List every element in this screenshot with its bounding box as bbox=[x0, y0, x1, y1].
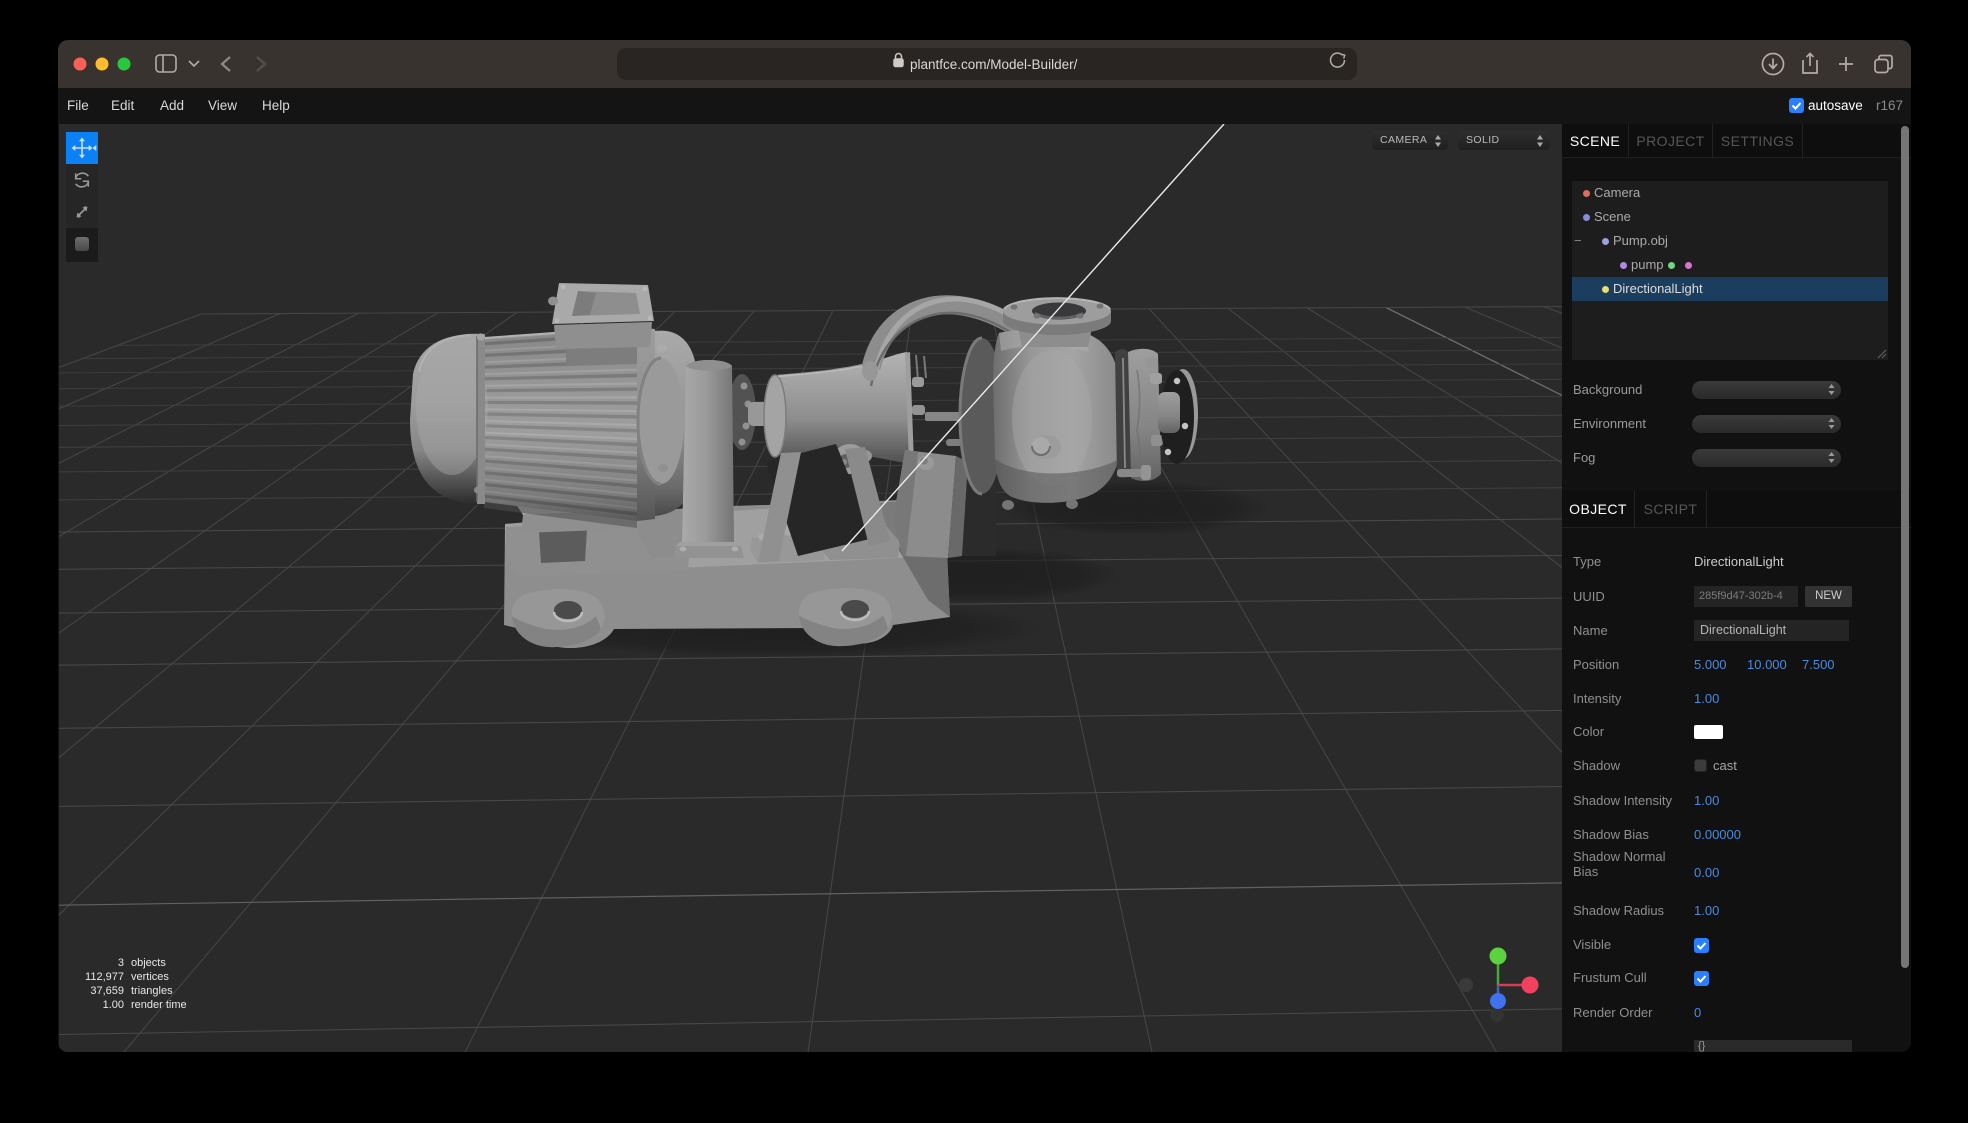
svg-text:3: 3 bbox=[118, 957, 124, 969]
svg-text:112,977: 112,977 bbox=[85, 971, 124, 983]
svg-text:1.00: 1.00 bbox=[103, 999, 124, 1011]
svg-text:vertices: vertices bbox=[131, 971, 169, 983]
svg-text:37,659: 37,659 bbox=[90, 985, 124, 997]
svg-text:objects: objects bbox=[131, 957, 166, 969]
svg-text:plantfce.com/Model-Builder/: plantfce.com/Model-Builder/ bbox=[910, 57, 1078, 72]
svg-text:triangles: triangles bbox=[131, 985, 173, 997]
svg-text:render time: render time bbox=[131, 999, 187, 1011]
